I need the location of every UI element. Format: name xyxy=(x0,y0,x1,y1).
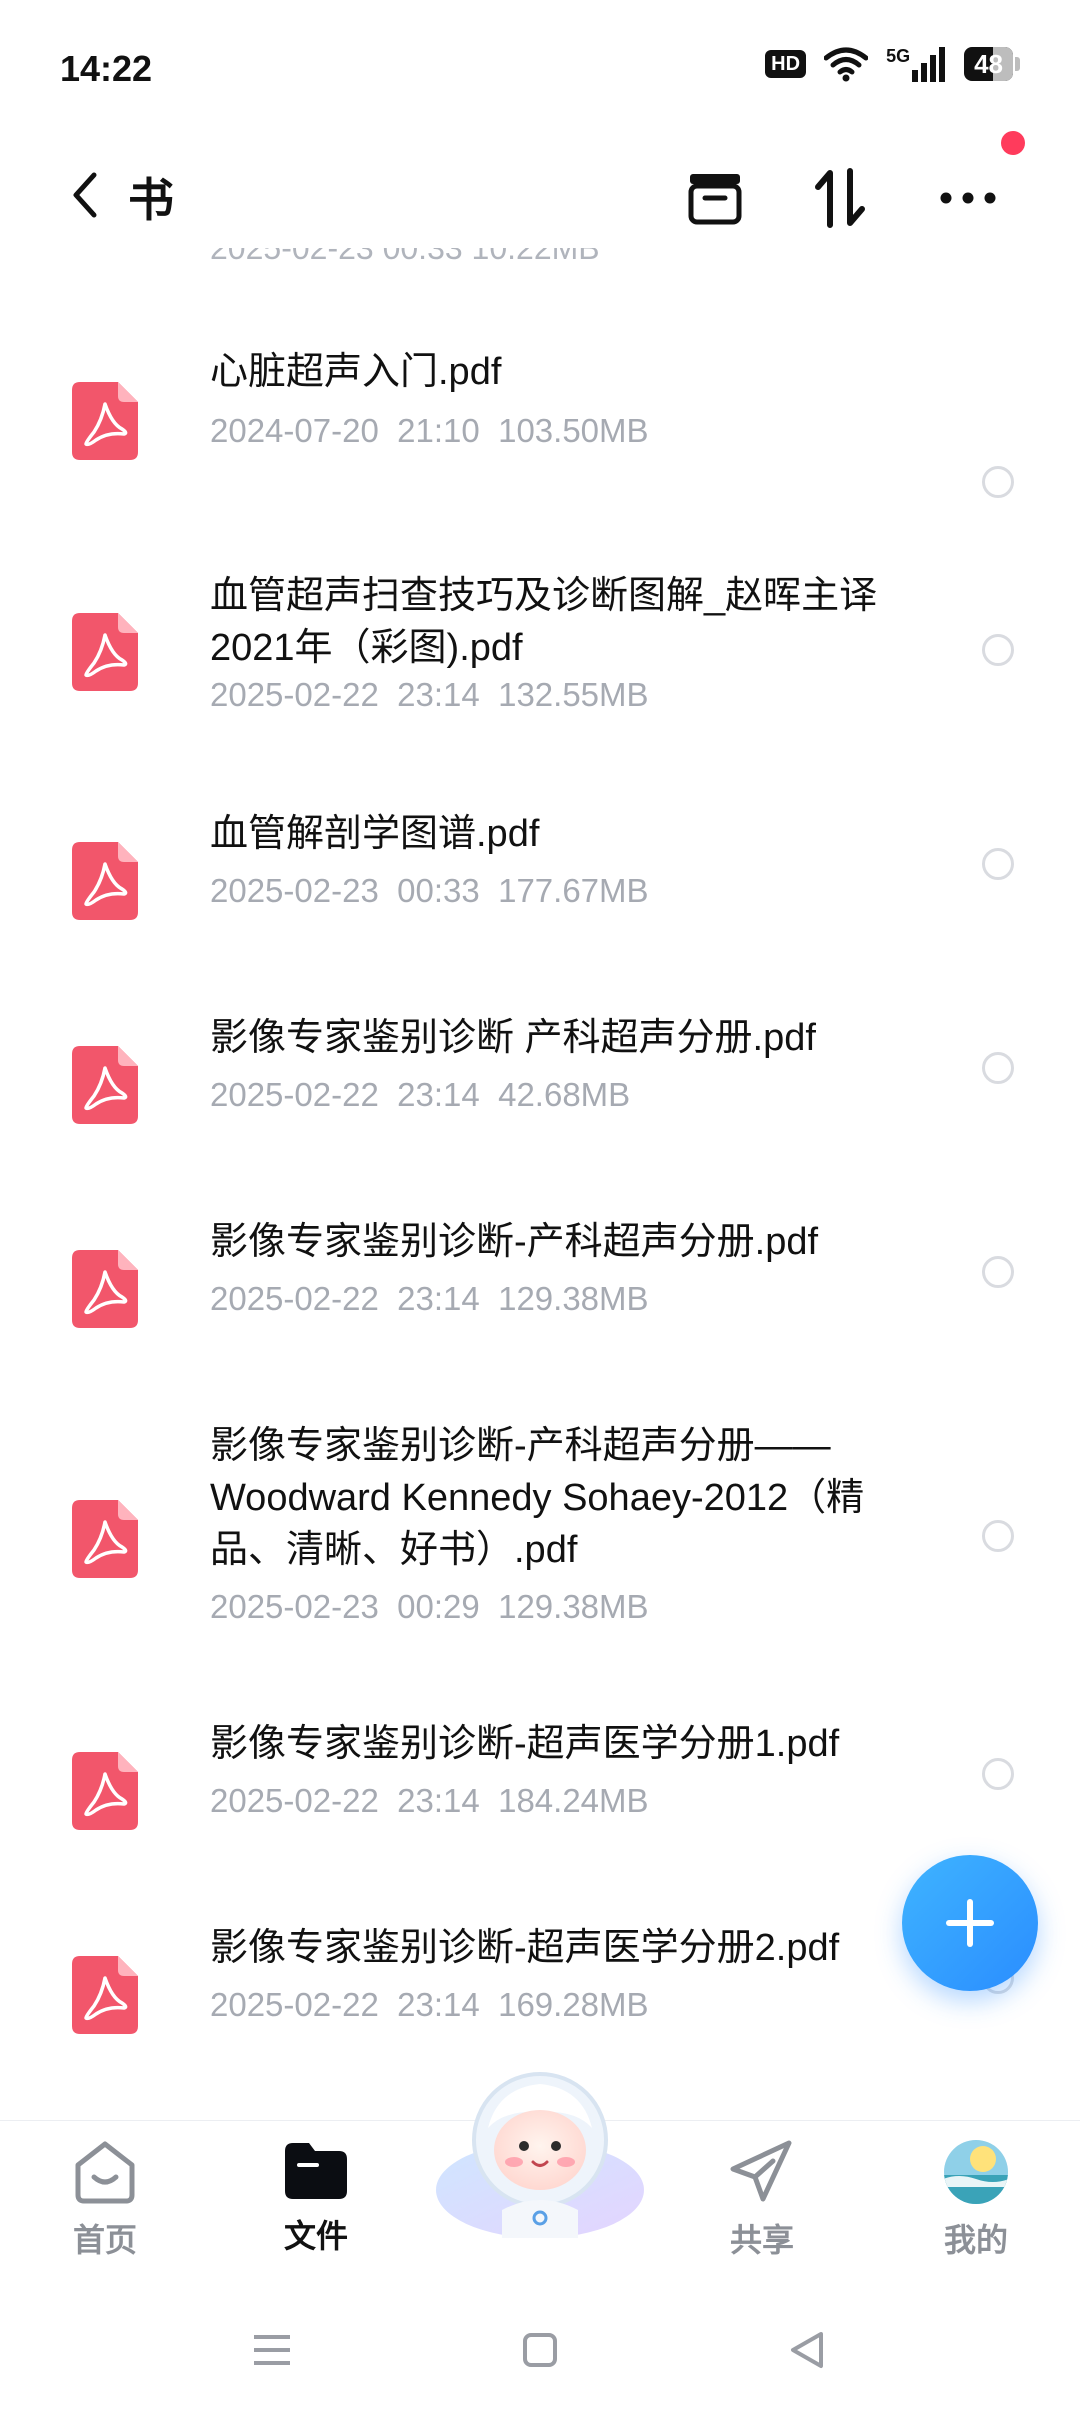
status-icons: HD 5G 48 xyxy=(765,46,1020,82)
file-meta: 2025-02-23 00:33 177.67MB xyxy=(210,872,649,909)
file-name: 影像专家鉴别诊断-超声医学分册1.pdf xyxy=(210,1723,840,1765)
pdf-icon xyxy=(72,382,138,460)
battery-icon: 48 xyxy=(964,47,1020,81)
home-icon xyxy=(75,2141,135,2204)
nav-share[interactable]: 共享 xyxy=(692,2139,832,2261)
pdf-icon xyxy=(72,1500,138,1578)
file-meta: 2025-02-22 23:14 184.24MB xyxy=(210,1782,649,1819)
folder-icon xyxy=(285,2143,347,2199)
wifi-icon xyxy=(824,47,869,82)
nav-label-mine: 我的 xyxy=(943,2222,1008,2258)
list-item[interactable]: 血管解剖学图谱.pdf 2025-02-23 00:33 177.67MB xyxy=(0,808,1080,998)
archive-icon xyxy=(688,174,742,225)
select-checkbox[interactable] xyxy=(982,848,1014,880)
mascot-astronaut-icon xyxy=(436,2072,644,2238)
file-meta: 2024-07-20 21:10 103.50MB xyxy=(210,412,649,449)
list-item[interactable]: 影像专家鉴别诊断-产科超声分册.pdf 2025-02-22 23:14 129… xyxy=(0,1216,1080,1406)
file-meta: 2025-02-22 23:14 42.68MB xyxy=(210,1076,631,1113)
notification-dot xyxy=(1001,131,1025,155)
send-icon xyxy=(730,2140,792,2202)
select-checkbox[interactable] xyxy=(982,1052,1014,1084)
pdf-icon xyxy=(72,1956,138,2034)
chevron-left-icon xyxy=(73,172,97,218)
triangle-back-icon xyxy=(791,2332,823,2368)
file-name: 心脏超声入门.pdf xyxy=(210,351,502,393)
more-button[interactable] xyxy=(928,158,1008,238)
pdf-icon xyxy=(72,613,138,691)
system-home-button[interactable] xyxy=(510,2320,570,2380)
system-back-button[interactable] xyxy=(776,2320,836,2380)
nav-home[interactable]: 首页 xyxy=(35,2139,175,2261)
system-menu-button[interactable] xyxy=(242,2320,302,2380)
partial-list-item: 2025-02-23 00:33 10.22MB xyxy=(210,248,600,266)
status-time: 14:22 xyxy=(60,48,153,89)
more-icon xyxy=(940,192,996,204)
header: 书 xyxy=(0,130,1080,260)
file-name: 血管解剖学图谱.pdf xyxy=(210,813,540,855)
file-list[interactable]: 心脏超声入门.pdf 2024-07-20 21:10 103.50MB 血管超… xyxy=(0,280,1080,2120)
nav-label-files: 文件 xyxy=(283,2218,348,2254)
nav-label-home: 首页 xyxy=(72,2222,137,2258)
pdf-icon xyxy=(72,1250,138,1328)
select-checkbox[interactable] xyxy=(982,466,1014,498)
signal-icon: 5G xyxy=(886,46,946,82)
plus-icon xyxy=(946,1899,994,1947)
list-item[interactable]: 影像专家鉴别诊断 产科超声分册.pdf 2025-02-22 23:14 42.… xyxy=(0,1012,1080,1202)
pdf-icon xyxy=(72,1752,138,1830)
select-checkbox[interactable] xyxy=(982,1758,1014,1790)
file-name: 影像专家鉴别诊断 产科超声分册.pdf xyxy=(210,1017,816,1059)
square-icon xyxy=(523,2333,557,2367)
file-name: 影像专家鉴别诊断-超声医学分册2.pdf xyxy=(210,1927,840,1969)
page-title: 书 xyxy=(128,174,174,226)
nav-mine[interactable]: 我的 xyxy=(906,2139,1046,2261)
select-checkbox[interactable] xyxy=(982,634,1014,666)
file-name: 血管超声扫查技巧及诊断图解_赵晖主译2021年（彩图).pdf xyxy=(210,575,878,669)
file-meta: 2025-02-22 23:14 129.38MB xyxy=(210,1280,649,1317)
pdf-icon xyxy=(72,1046,138,1124)
avatar xyxy=(944,2140,1008,2204)
network-type: 5G xyxy=(886,46,911,66)
select-checkbox[interactable] xyxy=(982,1520,1014,1552)
menu-icon xyxy=(254,2335,290,2365)
file-name: 影像专家鉴别诊断-产科超声分册.pdf xyxy=(210,1221,819,1263)
nav-label-share: 共享 xyxy=(729,2222,794,2258)
status-bar: 14:22 HD 5G 48 xyxy=(0,0,1080,130)
hd-badge: HD xyxy=(765,50,807,78)
select-checkbox[interactable] xyxy=(982,1256,1014,1288)
list-item[interactable]: 影像专家鉴别诊断-产科超声分册——Woodward Kennedy Sohaey… xyxy=(0,1420,1080,1700)
back-button[interactable] xyxy=(50,160,120,230)
system-nav-bar xyxy=(0,2290,1080,2412)
sort-button[interactable] xyxy=(800,158,880,238)
file-meta: 2025-02-23 00:29 129.38MB xyxy=(210,1588,649,1625)
add-button[interactable] xyxy=(902,1855,1038,1991)
mascot-button[interactable] xyxy=(430,2058,650,2248)
file-meta: 2025-02-22 23:14 132.55MB xyxy=(210,676,649,713)
nav-files[interactable]: 文件 xyxy=(246,2139,386,2257)
file-name: 影像专家鉴别诊断-产科超声分册——Woodward Kennedy Sohaey… xyxy=(210,1425,865,1571)
list-item[interactable]: 心脏超声入门.pdf 2024-07-20 21:10 103.50MB xyxy=(0,340,1080,540)
file-meta: 2025-02-22 23:14 169.28MB xyxy=(210,1986,649,2023)
battery-level: 48 xyxy=(974,49,1003,79)
pdf-icon xyxy=(72,842,138,920)
archive-button[interactable] xyxy=(675,158,755,238)
list-item[interactable]: 血管超声扫查技巧及诊断图解_赵晖主译2021年（彩图).pdf 2025-02-… xyxy=(0,568,1080,788)
sort-icon xyxy=(815,168,865,228)
